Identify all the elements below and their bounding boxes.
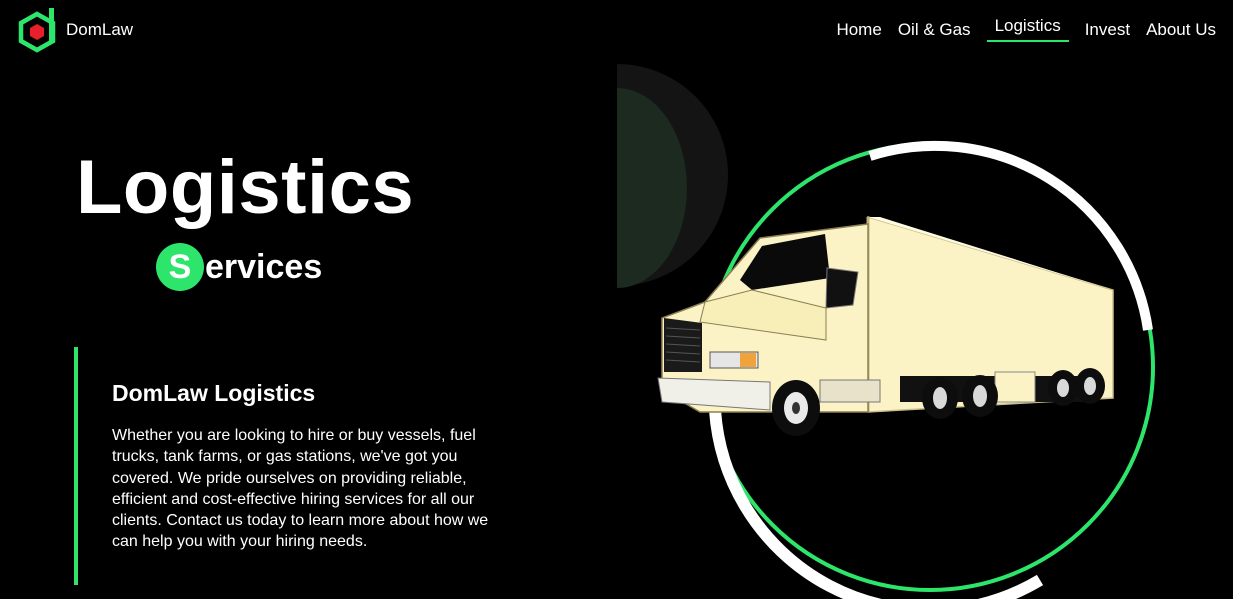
- info-heading: DomLaw Logistics: [112, 380, 316, 406]
- nav-about-us[interactable]: About Us: [1146, 18, 1216, 45]
- nav-oil-gas[interactable]: Oil & Gas: [898, 18, 971, 45]
- nav-home[interactable]: Home: [836, 18, 881, 45]
- info-accent-bar: [74, 347, 78, 585]
- page: DomLaw Home Oil & Gas Logistics Invest A…: [0, 0, 1233, 599]
- hero-subtitle: S ervices: [156, 243, 322, 291]
- main-nav: Home Oil & Gas Logistics Invest About Us: [836, 16, 1216, 45]
- info-body: Whether you are looking to hire or buy v…: [112, 427, 489, 551]
- nav-logistics[interactable]: Logistics: [986, 16, 1069, 42]
- subtitle-initial-badge: S: [156, 243, 204, 291]
- nav-invest[interactable]: Invest: [1085, 18, 1130, 45]
- brand-name[interactable]: DomLaw: [66, 20, 133, 40]
- hero-title: Logistics: [76, 145, 415, 230]
- truck-image: [617, 64, 1155, 599]
- subtitle-rest: ervices: [205, 247, 323, 286]
- domlaw-logo-icon[interactable]: [16, 6, 58, 54]
